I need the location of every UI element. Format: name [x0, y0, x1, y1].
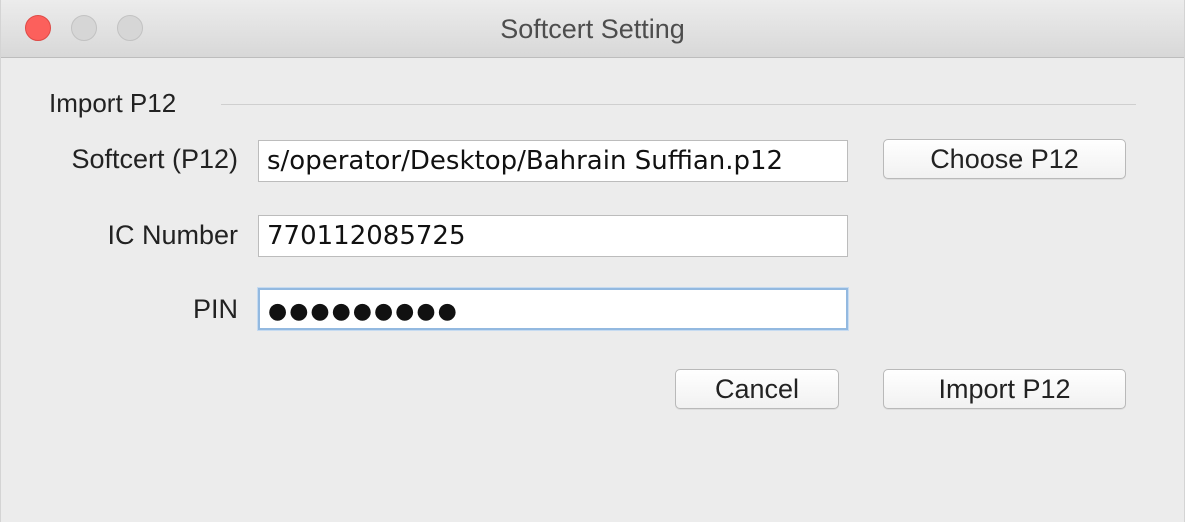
choose-p12-button[interactable]: Choose P12	[883, 139, 1126, 179]
softcert-label: Softcert (P12)	[71, 144, 238, 174]
pin-field[interactable]: ●●●●●●●●●	[258, 288, 848, 330]
pin-masked-value: ●●●●●●●●●	[268, 299, 459, 324]
cancel-button[interactable]: Cancel	[675, 369, 839, 409]
title-bar[interactable]: Softcert Setting	[1, 0, 1184, 58]
section-divider	[221, 104, 1136, 105]
ic-number-field[interactable]: 770112085725	[258, 215, 848, 257]
softcert-setting-window: Softcert Setting Import P12 Softcert (P1…	[0, 0, 1185, 522]
import-p12-button[interactable]: Import P12	[883, 369, 1126, 409]
section-title-import-p12: Import P12	[49, 88, 177, 118]
ic-number-label: IC Number	[107, 220, 238, 250]
window-title: Softcert Setting	[500, 14, 685, 44]
pin-label: PIN	[192, 294, 238, 324]
softcert-path-field[interactable]: s/operator/Desktop/Bahrain Suffian.p12	[258, 140, 848, 182]
